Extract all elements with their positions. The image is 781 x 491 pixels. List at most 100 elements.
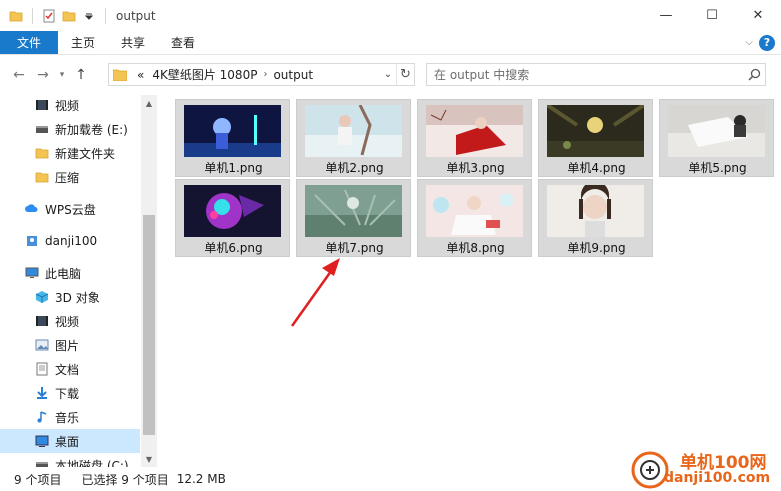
sidebar-item-label: 本地磁盘 (C:) (55, 458, 129, 468)
sidebar-item[interactable]: 音乐 (0, 405, 140, 429)
user-folder-icon (24, 233, 40, 249)
file-tile[interactable]: 单机2.png (296, 99, 411, 177)
window-controls: — ☐ ✕ (643, 0, 781, 31)
file-name: 单机6.png (204, 241, 263, 255)
file-tile[interactable]: 单机8.png (417, 179, 532, 257)
file-name: 单机4.png (567, 161, 626, 175)
sidebar-item-label: 音乐 (55, 410, 80, 425)
properties-icon[interactable] (41, 8, 57, 24)
tab-share[interactable]: 共享 (108, 31, 158, 54)
breadcrumb-item[interactable]: output (269, 68, 317, 82)
sidebar-item[interactable]: 本地磁盘 (C:) (0, 453, 140, 467)
file-tile[interactable]: 单机5.png (659, 99, 774, 177)
sidebar-item-label: 3D 对象 (55, 290, 100, 305)
customize-dropdown-icon[interactable] (81, 8, 97, 24)
maximize-button[interactable]: ☐ (689, 0, 735, 31)
sidebar-item[interactable]: 图片 (0, 333, 140, 357)
cloud-icon (24, 201, 40, 217)
close-button[interactable]: ✕ (735, 0, 781, 31)
thumbnail-image (426, 185, 523, 237)
sidebar-item-label: 图片 (55, 338, 80, 353)
minimize-button[interactable]: — (643, 0, 689, 31)
help-icon[interactable]: ? (759, 34, 775, 51)
sidebar-item-label: 压缩 (55, 170, 80, 185)
file-name: 单机5.png (688, 161, 747, 175)
sidebar-item[interactable]: 新加载卷 (E:) (0, 117, 140, 141)
sidebar-item-label: 文档 (55, 362, 80, 377)
back-arrow-icon[interactable]: ← (8, 64, 30, 86)
sidebar-item[interactable]: 新建文件夹 (0, 141, 140, 165)
toolbar-divider (32, 7, 33, 24)
sidebar-item-label: 视频 (55, 314, 80, 329)
tab-view[interactable]: 查看 (158, 31, 208, 54)
chevron-right-icon[interactable]: › (261, 69, 269, 80)
thumbnail-image (305, 105, 402, 157)
sidebar-item[interactable]: danji100 (0, 229, 140, 253)
thumbnail-image (184, 185, 281, 237)
search-input[interactable] (434, 67, 734, 82)
sidebar-item-label: danji100 (45, 234, 98, 248)
sidebar-item[interactable]: 文档 (0, 357, 140, 381)
desktop-icon (34, 433, 50, 449)
expand-ribbon-icon[interactable]: ⌵ (745, 37, 753, 48)
thumbnail-image (668, 105, 765, 157)
sidebar-item-label: 此电脑 (45, 266, 82, 281)
navigation-pane: 视频 新加载卷 (E:) 新建文件夹 压缩 WPS云盘 danji100 此电脑 3D 对象视… (0, 95, 157, 467)
drive-icon (34, 457, 50, 467)
file-tile[interactable]: 单机4.png (538, 99, 653, 177)
search-icon[interactable] (743, 68, 765, 81)
sidebar-item[interactable]: 下载 (0, 381, 140, 405)
drive-icon (34, 121, 50, 137)
computer-icon (24, 265, 40, 281)
video-icon (34, 313, 50, 329)
sidebar-item[interactable]: 压缩 (0, 165, 140, 189)
sidebar-item-label: 下载 (55, 386, 80, 401)
refresh-icon[interactable]: ↻ (396, 64, 414, 85)
scroll-up-icon[interactable]: ▲ (141, 95, 157, 111)
up-arrow-icon[interactable]: ↑ (70, 64, 92, 86)
file-tile[interactable]: 单机3.png (417, 99, 532, 177)
quick-access-toolbar (0, 7, 110, 24)
file-tile[interactable]: 单机9.png (538, 179, 653, 257)
selection-size: 12.2 MB (176, 472, 226, 486)
search-box[interactable] (426, 63, 766, 86)
watermark-logo: 单机100网 danji100.com (630, 448, 781, 491)
3d-objects-icon (34, 289, 50, 305)
scroll-down-icon[interactable]: ▼ (141, 451, 157, 467)
video-icon (34, 97, 50, 113)
sidebar-item[interactable]: 桌面 (0, 429, 140, 453)
toolbar-divider (105, 7, 106, 24)
sidebar-item[interactable]: 此电脑 (0, 261, 140, 285)
tab-file[interactable]: 文件 (0, 31, 58, 54)
window-title: output (116, 8, 156, 23)
sidebar-item[interactable]: 3D 对象 (0, 285, 140, 309)
thumbnail-image (426, 105, 523, 157)
file-tile[interactable]: 单机7.png (296, 179, 411, 257)
folder-icon (34, 145, 50, 161)
sidebar-item-label: 视频 (55, 98, 80, 113)
sidebar-item-label: 桌面 (55, 434, 80, 449)
documents-icon (34, 361, 50, 377)
tab-home[interactable]: 主页 (58, 31, 108, 54)
breadcrumb-item[interactable]: 4K壁纸图片 1080P (148, 66, 261, 83)
navigation-bar: ← → ▾ ↑ « 4K壁纸图片 1080P › output ⌄ ↻ (0, 55, 781, 95)
chevron-down-icon[interactable]: ⌄ (380, 69, 396, 80)
sidebar-item[interactable]: 视频 (0, 95, 140, 117)
scrollbar-thumb[interactable] (143, 215, 155, 435)
file-tile[interactable]: 单机6.png (175, 179, 290, 257)
address-bar[interactable]: « 4K壁纸图片 1080P › output ⌄ ↻ (108, 63, 415, 86)
sidebar-item[interactable]: WPS云盘 (0, 197, 140, 221)
forward-arrow-icon[interactable]: → (32, 64, 54, 86)
item-count: 9 个项目 (14, 472, 62, 487)
file-tile[interactable]: 单机1.png (175, 99, 290, 177)
thumbnail-image (305, 185, 402, 237)
new-folder-icon[interactable] (61, 8, 77, 24)
watermark-url: danji100.com (664, 470, 771, 486)
breadcrumb-overflow[interactable]: « (133, 68, 148, 82)
thumbnail-image (184, 105, 281, 157)
sidebar-scrollbar[interactable]: ▲ ▼ (141, 95, 157, 467)
thumbnail-image (547, 105, 644, 157)
sidebar-item[interactable]: 视频 (0, 309, 140, 333)
recent-locations-icon[interactable]: ▾ (56, 64, 68, 86)
folder-icon (113, 69, 127, 81)
